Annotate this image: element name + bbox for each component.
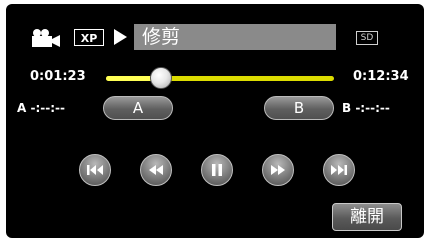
page-title: 修剪: [134, 24, 336, 50]
exit-button[interactable]: 離開: [332, 203, 402, 231]
quality-badge: XP: [74, 29, 104, 46]
total-time: 0:12:34: [353, 69, 409, 84]
rewind-button[interactable]: [140, 154, 172, 186]
skip-back-button[interactable]: [79, 154, 111, 186]
skip-forward-button[interactable]: [323, 154, 355, 186]
timeline-scrubber-handle[interactable]: [149, 67, 172, 89]
set-a-point-button[interactable]: A: [103, 96, 173, 120]
skip-back-icon: [87, 165, 103, 175]
current-time: 0:01:23: [30, 69, 86, 84]
b-point-readout: B -:--:--: [342, 101, 390, 115]
video-camera-icon: [30, 28, 62, 53]
set-b-point-button[interactable]: B: [264, 96, 334, 120]
rewind-icon: [149, 165, 163, 175]
playback-trim-screen: XP 修剪 SD 0:01:23 0:12:34 A -:--:-- A B B…: [6, 4, 424, 238]
pause-icon: [212, 164, 222, 176]
fast-forward-button[interactable]: [262, 154, 294, 186]
a-point-readout: A -:--:--: [17, 101, 65, 115]
fast-forward-icon: [271, 165, 285, 175]
media-badge: SD: [356, 31, 378, 45]
play-icon: [112, 28, 128, 51]
skip-forward-icon: [331, 165, 347, 175]
pause-button[interactable]: [201, 154, 233, 186]
